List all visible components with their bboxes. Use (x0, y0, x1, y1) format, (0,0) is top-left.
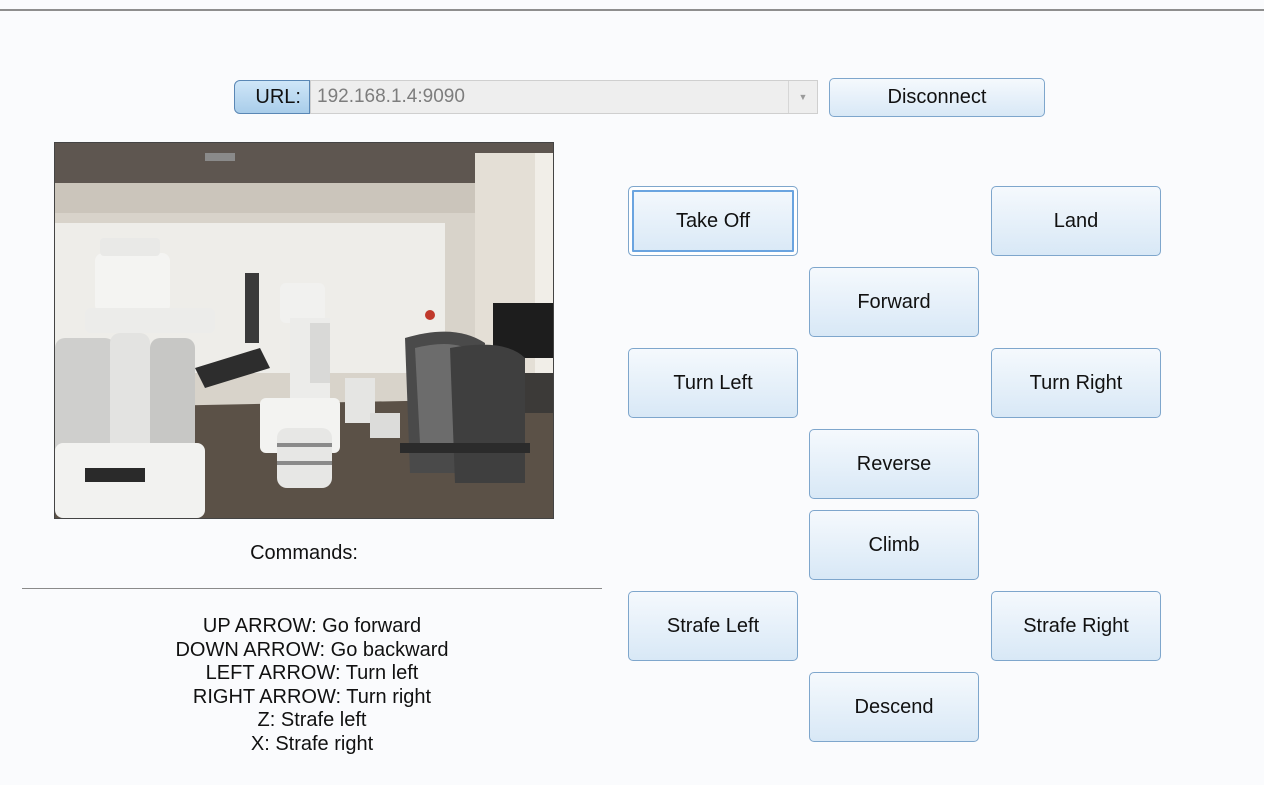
help-item-right: RIGHT ARROW: Turn right (192, 685, 432, 708)
disconnect-button[interactable]: Disconnect (829, 78, 1045, 117)
climb-button[interactable]: Climb (809, 510, 979, 580)
land-button[interactable]: Land (991, 186, 1161, 256)
url-combobox[interactable]: 192.168.1.4:9090 ▼ (310, 80, 818, 114)
turn-left-button[interactable]: Turn Left (628, 348, 798, 418)
descend-button[interactable]: Descend (809, 672, 979, 742)
strafe-left-button[interactable]: Strafe Left (628, 591, 798, 661)
forward-button[interactable]: Forward (809, 267, 979, 337)
commands-divider (22, 588, 602, 589)
commands-heading: Commands: (250, 542, 358, 564)
help-item-down: DOWN ARROW: Go backward (175, 638, 449, 661)
top-divider (0, 9, 1264, 11)
camera-feed-image (55, 143, 553, 518)
dropdown-arrow-icon[interactable]: ▼ (788, 81, 817, 113)
url-value[interactable]: 192.168.1.4:9090 (317, 81, 465, 113)
url-label: URL: (234, 80, 310, 114)
turn-right-button[interactable]: Turn Right (991, 348, 1161, 418)
help-item-z: Z: Strafe left (257, 709, 367, 731)
help-item-x: X: Strafe right (250, 732, 374, 755)
help-item-up: UP ARROW: Go forward (202, 615, 422, 637)
help-item-left: LEFT ARROW: Turn left (205, 662, 419, 684)
strafe-right-button[interactable]: Strafe Right (991, 591, 1161, 661)
keyboard-help-list: UP ARROW: Go forward DOWN ARROW: Go back… (22, 615, 602, 756)
take-off-button[interactable]: Take Off (628, 186, 798, 256)
camera-feed (54, 142, 554, 519)
reverse-button[interactable]: Reverse (809, 429, 979, 499)
